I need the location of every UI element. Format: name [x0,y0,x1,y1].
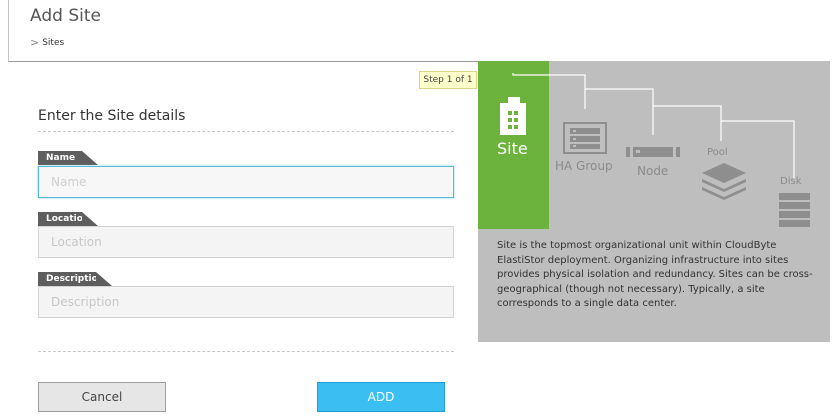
divider [38,351,454,352]
description-field[interactable] [38,286,454,318]
disk-node-label: Disk [780,176,802,187]
pool-node-label: Pool [707,147,728,158]
site-node-label: Site [497,139,528,158]
location-field[interactable] [38,226,454,258]
hierarchy-panel: Site HA Group Node Pool Disk Site is the… [478,61,830,342]
hierarchy-description: Site is the topmost organizational unit … [497,240,813,309]
layers-icon [702,163,746,200]
breadcrumb: > Sites [30,36,64,49]
name-field-tag: Name [38,151,98,165]
form-heading: Enter the Site details [38,108,186,124]
breadcrumb-separator: > [30,36,40,49]
page-header: Add Site > Sites [8,0,830,62]
cancel-button[interactable]: Cancel [38,382,166,412]
hierarchy-diagram [500,73,810,227]
name-field[interactable] [38,166,454,198]
ha-group-node-label: HA Group [555,159,613,173]
building-icon [500,97,526,135]
breadcrumb-item-sites[interactable]: Sites [42,38,64,48]
disk-stack-icon [779,193,810,227]
server-rack-icon [563,122,607,154]
location-field-tag: Location [38,212,98,226]
description-field-tag: Description [38,272,112,286]
divider [38,131,454,132]
server-node-icon [626,147,680,157]
page-title: Add Site [30,6,101,26]
node-node-label: Node [637,164,669,178]
step-indicator: Step 1 of 1 [419,71,477,89]
add-button[interactable]: ADD [317,382,445,412]
